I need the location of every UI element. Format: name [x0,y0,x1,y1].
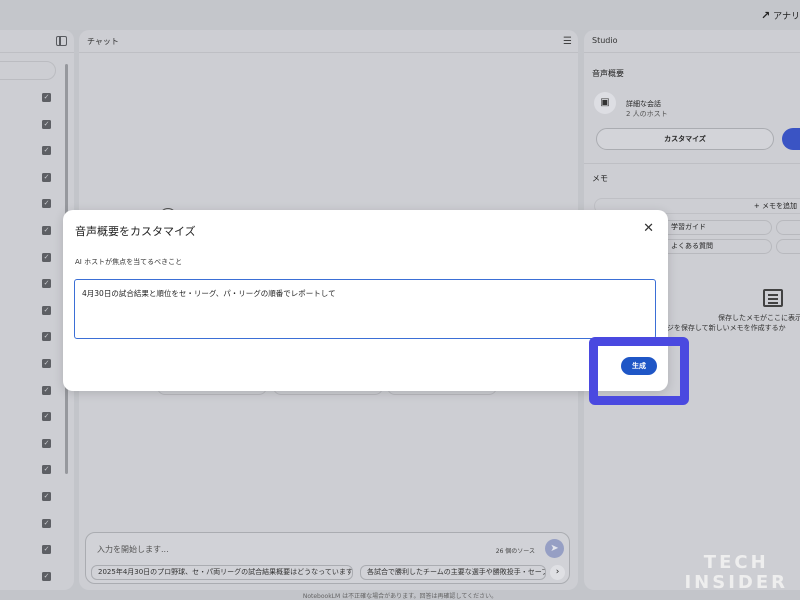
close-icon[interactable]: ✕ [643,221,654,236]
highlight-annotation [589,337,689,405]
dialog-title: 音声概要をカスタマイズ [75,225,196,238]
customize-audio-dialog: 音声概要をカスタマイズ ✕ AI ホストが焦点を当てるべきこと 4月30日の試合… [63,210,668,391]
prompt-label: AI ホストが焦点を当てるべきこと [75,258,183,266]
focus-prompt-textarea[interactable]: 4月30日の試合結果と順位をセ・リーグ、パ・リーグの順番でレポートして [74,279,656,339]
